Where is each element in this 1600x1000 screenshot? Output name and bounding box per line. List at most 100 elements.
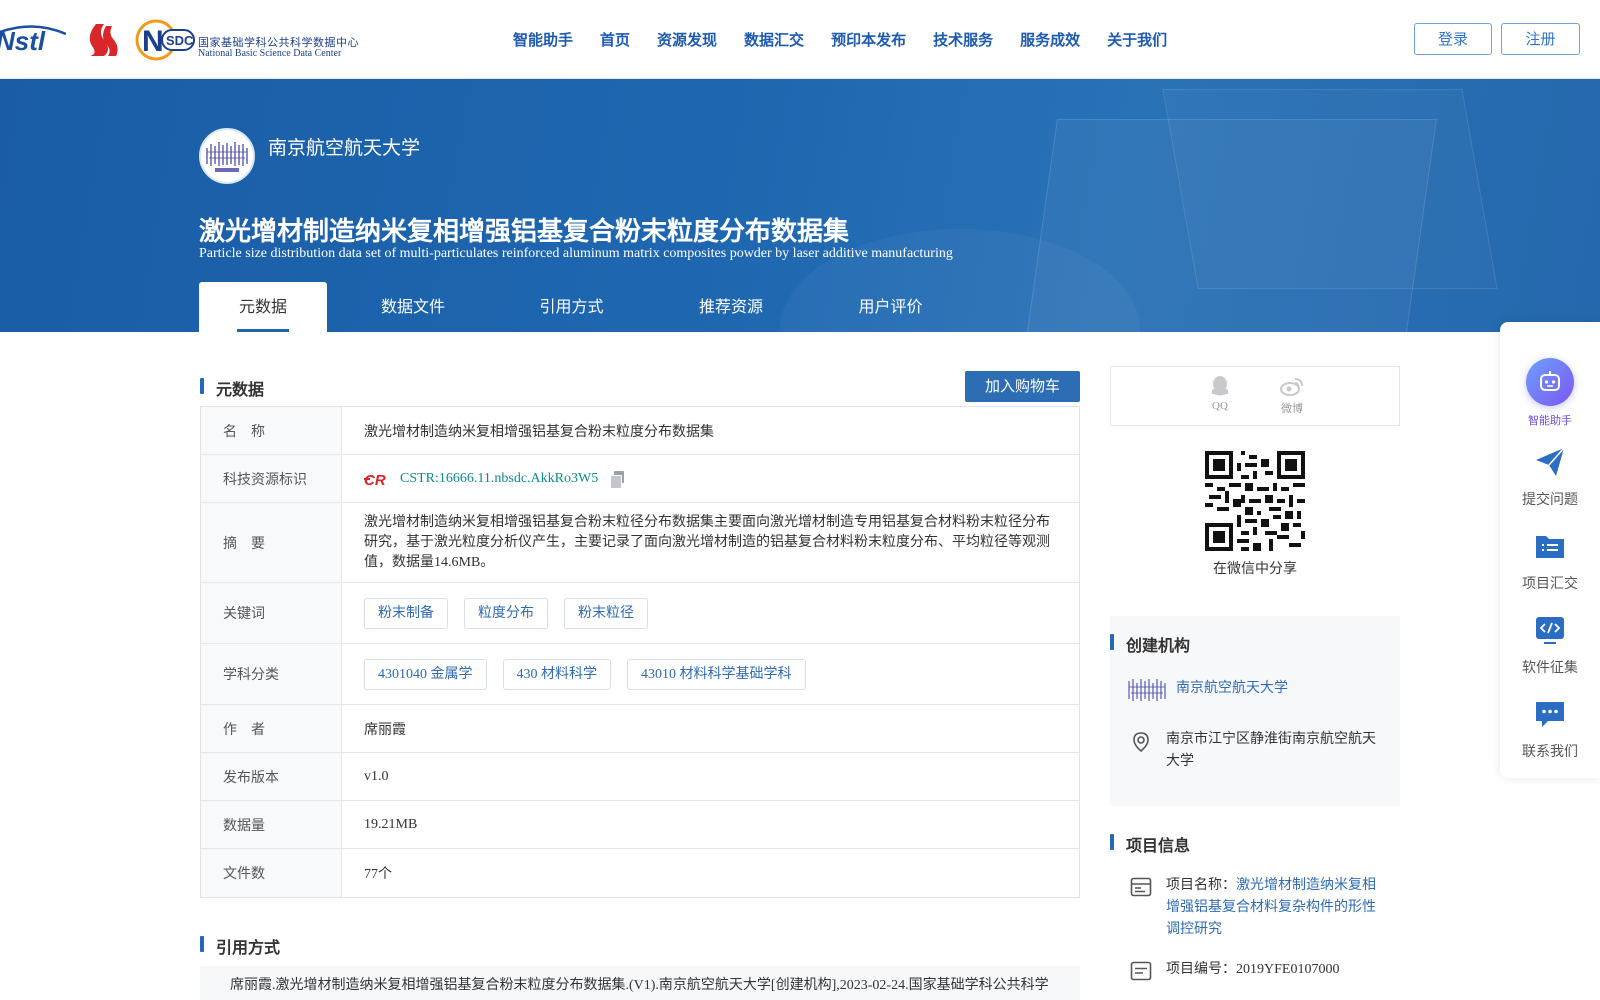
float-item-label: 软件征集 [1522, 660, 1578, 676]
nav-preprint[interactable]: 预印本发布 [831, 29, 906, 50]
dataset-tabs: 元数据 数据文件 引用方式 推荐资源 用户评价 [199, 282, 963, 332]
qq-label: QQ [1212, 400, 1228, 412]
creator-org-logo [1128, 679, 1166, 701]
table-row: 摘 要 激光增材制造纳米复相增强铝基复合粉末粒径分布数据集主要面向激光增材制造专… [201, 503, 1079, 583]
wechat-share-caption: 在微信中分享 [1213, 561, 1297, 577]
float-item-label: 提交问题 [1522, 492, 1578, 508]
nav-home[interactable]: 首页 [600, 29, 630, 50]
code-icon [1536, 617, 1564, 644]
section-title: 创建机构 [1126, 636, 1191, 655]
keyword-tag[interactable]: 粒度分布 [464, 597, 548, 629]
float-item-label: 智能助手 [1528, 414, 1572, 427]
row-value: 77个 [364, 867, 392, 882]
svg-text:N: N [142, 25, 164, 58]
project-name-label: 项目名称： [1166, 878, 1236, 893]
project-section-header: 项目信息 [1110, 832, 1310, 855]
project-panel: 项目信息 项目名称：激光增材制造纳米复相增强铝基复合材料复杂构件的形性调控研究 … [1110, 818, 1400, 1000]
row-value: 席丽霞 [364, 722, 406, 738]
subject-tags: 4301040 金属学 430 材料科学 43010 材料科学基础学科 [342, 644, 1079, 704]
float-project-submission[interactable]: 项目汇交 [1500, 530, 1600, 593]
banner-decoration [1162, 89, 1498, 289]
section-accent-bar [1110, 834, 1114, 850]
table-row: 数据量 19.21MB [201, 801, 1079, 849]
subject-tag[interactable]: 43010 材料科学基础学科 [627, 658, 806, 690]
tab-recommended[interactable]: 推荐资源 [644, 282, 818, 332]
creator-panel: 创建机构 南京航空航天大学 南京市江宁区静淮街南京航空航天大学 [1110, 616, 1400, 806]
table-row: 文件数 77个 [201, 849, 1079, 897]
row-value: CR CSTR:16666.11.nbsdc.AkkRo3W5 [342, 455, 1079, 502]
tab-citation[interactable]: 引用方式 [499, 282, 644, 332]
top-navigation-bar: Nstl N SDC 国家基础学科公共科学数据中心 National Basic… [0, 0, 1600, 79]
dataset-title-en: Particle size distribution data set of m… [199, 246, 953, 261]
table-row: 关键词 粉末制备 粒度分布 粉末粒径 [201, 583, 1079, 644]
svg-text:SDC: SDC [166, 33, 194, 48]
location-icon [1133, 732, 1149, 753]
float-contact-us[interactable]: 联系我们 [1500, 698, 1600, 761]
abstract-text: 激光增材制造纳米复相增强铝基复合粉末粒径分布数据集主要面向激光增材制造专用铝基复… [364, 514, 1050, 570]
row-key: 科技资源标识 [201, 455, 342, 502]
register-button[interactable]: 注册 [1501, 23, 1580, 55]
nav-data-submission[interactable]: 数据汇交 [744, 29, 804, 50]
nav-resource-discovery[interactable]: 资源发现 [657, 29, 717, 50]
section-accent-bar [200, 936, 204, 952]
folder-list-icon [1536, 536, 1564, 558]
add-to-cart-button[interactable]: 加入购物车 [965, 371, 1080, 402]
keyword-tag[interactable]: 粉末制备 [364, 597, 448, 629]
project-code-label: 项目编号： [1166, 962, 1236, 977]
float-submit-question[interactable]: 提交问题 [1500, 446, 1600, 509]
row-key: 作 者 [201, 705, 342, 752]
section-accent-bar [1110, 634, 1114, 650]
nav-tech-services[interactable]: 技术服务 [933, 29, 993, 50]
row-key: 摘 要 [201, 503, 342, 582]
nstl-logo[interactable]: Nstl [0, 24, 66, 56]
org-avatar[interactable] [199, 128, 255, 184]
section-accent-bar [200, 378, 204, 394]
nsdc-logo-en: National Basic Science Data Center [198, 48, 342, 59]
row-value: 激光增材制造纳米复相增强铝基复合粉末粒度分布数据集 [364, 424, 714, 440]
share-weibo[interactable]: 微博 [1272, 375, 1312, 416]
cas-logo[interactable] [82, 22, 120, 58]
nav-about[interactable]: 关于我们 [1107, 29, 1167, 50]
weibo-icon [1280, 378, 1303, 396]
row-key: 发布版本 [201, 753, 342, 800]
float-item-label: 联系我们 [1522, 744, 1578, 760]
citation-section-header: 引用方式 [200, 934, 400, 957]
nav-service-results[interactable]: 服务成效 [1020, 29, 1080, 50]
metadata-section-header: 元数据 [200, 376, 400, 399]
project-code-value: 2019YFE0107000 [1236, 962, 1340, 977]
table-row: 科技资源标识 CR CSTR:16666.11.nbsdc.AkkRo3W5 [201, 455, 1079, 503]
copy-icon[interactable] [610, 470, 625, 489]
share-qq[interactable]: QQ [1200, 375, 1240, 412]
subject-tag[interactable]: 4301040 金属学 [364, 658, 487, 690]
qq-icon [1211, 376, 1229, 396]
cstr-identifier-link[interactable]: CSTR:16666.11.nbsdc.AkkRo3W5 [400, 471, 598, 487]
row-key: 数据量 [201, 801, 342, 848]
keyword-tag[interactable]: 粉末粒径 [564, 597, 648, 629]
share-bar: QQ 微博 [1110, 366, 1400, 426]
floating-toolbar: 智能助手 提交问题 项目汇交 软件征集 联系我们 [1500, 322, 1600, 778]
project-code: 项目编号：2019YFE0107000 [1166, 959, 1386, 981]
float-ai-assistant[interactable]: 智能助手 [1500, 358, 1600, 428]
float-item-label: 项目汇交 [1522, 576, 1578, 592]
subject-tag[interactable]: 430 材料科学 [502, 658, 611, 690]
creator-org-link[interactable]: 南京航空航天大学 [1176, 678, 1288, 700]
org-name[interactable]: 南京航空航天大学 [268, 133, 420, 160]
nav-ai-assistant[interactable]: 智能助手 [513, 29, 573, 50]
dataset-title: 激光增材制造纳米复相增强铝基复合粉末粒度分布数据集 [199, 217, 850, 247]
login-button[interactable]: 登录 [1414, 23, 1492, 55]
float-software-collection[interactable]: 软件征集 [1500, 614, 1600, 677]
tab-user-reviews[interactable]: 用户评价 [818, 282, 963, 332]
cstr-logo-icon: CR [364, 472, 386, 487]
chat-icon [1536, 702, 1564, 727]
project-code-icon [1130, 961, 1152, 981]
row-value: v1.0 [364, 768, 389, 784]
table-row: 发布版本 v1.0 [201, 753, 1079, 801]
main-nav: 智能助手 首页 资源发现 数据汇交 预印本发布 技术服务 服务成效 关于我们 [500, 0, 1181, 79]
row-key: 关键词 [201, 583, 342, 643]
project-name-icon [1130, 877, 1152, 897]
tab-metadata[interactable]: 元数据 [199, 282, 327, 332]
creator-section-header: 创建机构 [1110, 632, 1310, 655]
project-name: 项目名称：激光增材制造纳米复相增强铝基复合材料复杂构件的形性调控研究 [1166, 875, 1386, 941]
tab-data-files[interactable]: 数据文件 [327, 282, 499, 332]
nsdc-logo[interactable]: N SDC 国家基础学科公共科学数据中心 National Basic Scie… [134, 18, 359, 62]
